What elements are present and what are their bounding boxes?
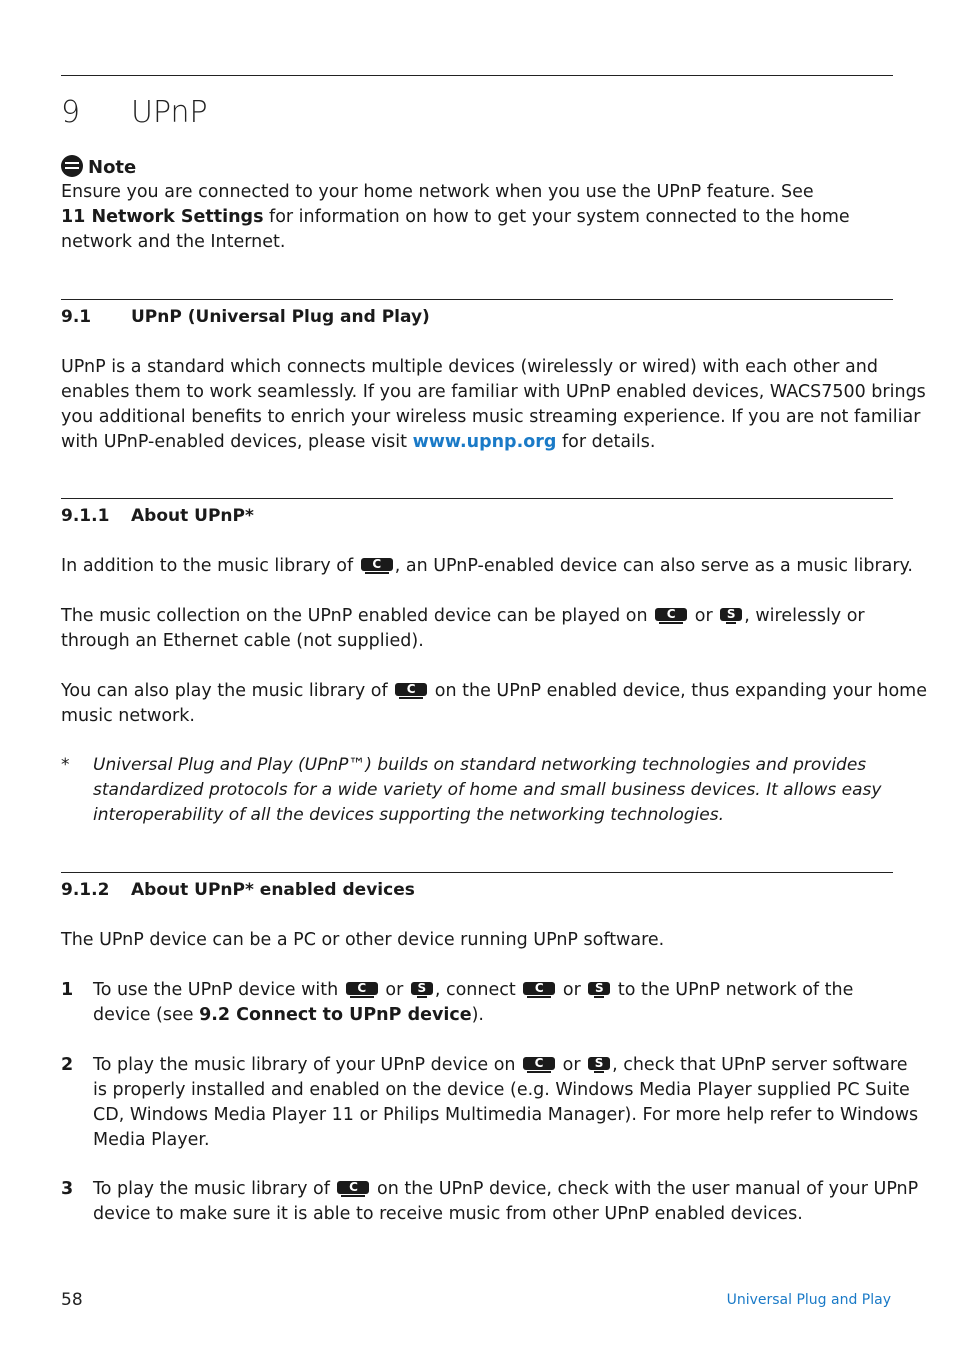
note-header: Note <box>61 155 901 180</box>
note-line-3: network and the Internet. <box>61 232 286 252</box>
running-footer-title: Universal Plug and Play <box>726 1292 891 1308</box>
station-device-icon: S <box>720 608 743 624</box>
connect-upnp-ref-link[interactable]: 9.2 Connect to UPnP device <box>199 1005 472 1025</box>
step-number: 1 <box>61 980 74 1000</box>
chapter-number: 9 <box>61 95 81 130</box>
note-line-1: Ensure you are connected to your home ne… <box>61 182 814 202</box>
upnp-org-link[interactable]: www.upnp.org <box>413 432 557 452</box>
note-icon <box>61 155 83 177</box>
step-1: 1 To use the UPnP device with C or S, con… <box>61 980 854 1025</box>
center-device-icon: C <box>523 982 556 998</box>
station-device-icon: S <box>410 982 433 998</box>
center-device-icon: C <box>360 558 393 574</box>
center-device-icon: C <box>395 683 428 699</box>
step-number: 2 <box>61 1055 74 1075</box>
section-9-1-body: UPnP is a standard which connects multip… <box>61 357 926 452</box>
section-9-1-2-intro: The UPnP device can be a PC or other dev… <box>61 930 665 950</box>
chapter-heading: 9 UPnP <box>61 95 208 130</box>
step-number: 3 <box>61 1179 74 1199</box>
note-ref-link[interactable]: 11 Network Settings <box>61 207 263 227</box>
section-rule-9-1-2 <box>61 872 893 873</box>
footnote: * Universal Plug and Play (UPnP™) builds… <box>61 755 882 825</box>
section-rule-9-1-1 <box>61 498 893 499</box>
chapter-title: UPnP <box>131 95 208 130</box>
top-rule <box>61 75 893 76</box>
step-3: 3 To play the music library of C on the U… <box>61 1179 919 1224</box>
section-rule-9-1 <box>61 299 893 300</box>
section-heading-9-1-1: 9.1.1 About UPnP* <box>61 506 254 526</box>
section-heading-9-1: 9.1 UPnP (Universal Plug and Play) <box>61 307 430 327</box>
station-device-icon: S <box>588 982 611 998</box>
para-9-1-1-1: In addition to the music library of C, a… <box>61 556 913 576</box>
footnote-mark: * <box>61 755 70 775</box>
para-9-1-1-3: You can also play the music library of C… <box>61 681 927 726</box>
step-2: 2 To play the music library of your UPnP … <box>61 1055 919 1150</box>
note-line-2: 11 Network Settings for information on h… <box>61 207 850 227</box>
center-device-icon: C <box>655 608 688 624</box>
section-heading-9-1-2: 9.1.2 About UPnP* enabled devices <box>61 880 415 900</box>
center-device-icon: C <box>523 1057 556 1073</box>
note-block: Note Ensure you are connected to your ho… <box>61 155 901 255</box>
center-device-icon: C <box>345 982 378 998</box>
page-number: 58 <box>61 1290 83 1310</box>
center-device-icon: C <box>337 1181 370 1197</box>
station-device-icon: S <box>588 1057 611 1073</box>
para-9-1-1-2: The music collection on the UPnP enabled… <box>61 606 865 651</box>
